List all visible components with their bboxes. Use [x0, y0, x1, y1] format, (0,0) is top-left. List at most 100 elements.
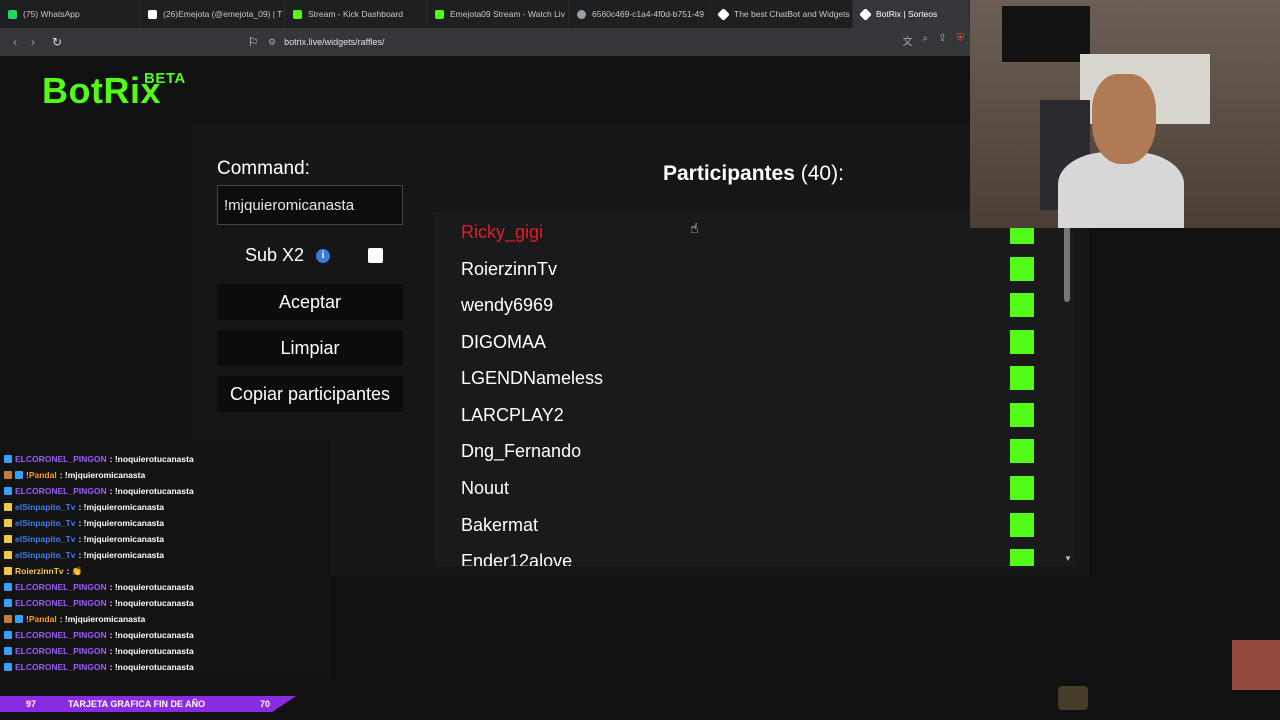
participants-list[interactable]: Ricky_gigi RoierzinnTv wendy6969 DIGOMAA… [434, 212, 1074, 566]
participant-row[interactable]: LARCPLAY2 [434, 397, 1074, 433]
chat-message: elSinpapito_Tv: !mjquieromicanasta [4, 548, 164, 562]
info-icon[interactable]: i [316, 248, 331, 263]
streamer-image [1058, 74, 1184, 228]
participant-row[interactable]: LGENDNameless [434, 360, 1074, 396]
participant-name: Ricky_gigi [461, 222, 544, 242]
kick-icon [1010, 439, 1034, 463]
kick-icon [293, 9, 302, 19]
participant-name: wendy6969 [461, 295, 554, 315]
accept-button[interactable]: Aceptar [217, 284, 403, 320]
address-bar[interactable]: ⚙ botrix.live/widgets/raffles/ [268, 32, 968, 52]
chat-message: ELCORONEL_PINGON: !noquierotucanasta [4, 644, 194, 658]
sub-badge-icon [4, 615, 12, 623]
chat-message: elSinpapito_Tv: !mjquieromicanasta [4, 516, 164, 530]
screen: (75) WhatsApp (26)Emejota (@emejota_09) … [0, 0, 1280, 720]
chat-message: ELCORONEL_PINGON: !noquierotucanasta [4, 580, 194, 594]
beta-tag: BETA [144, 70, 186, 87]
tab-tiktok[interactable]: (26)Emejota (@emejota_09) | T [140, 0, 285, 28]
participant-row[interactable]: Dng_Fernando [434, 433, 1074, 469]
stream-chat-overlay: ELCORONEL_PINGON: !noquierotucanasta !Pa… [0, 438, 330, 678]
kick-badge-icon [4, 663, 12, 671]
kick-badge-icon [4, 455, 12, 463]
participant-name: DIGOMAA [461, 332, 547, 352]
sub-x2-option: Sub X2 i [245, 245, 331, 266]
participant-row[interactable]: wendy6969 [434, 287, 1074, 323]
kick-icon [1010, 403, 1034, 427]
zoom-icon[interactable]: ⌕ [923, 33, 929, 48]
tiktok-icon [148, 9, 157, 19]
participant-name: RoierzinnTv [461, 259, 558, 279]
tab-botrix-home[interactable]: The best ChatBot and Widgets [711, 0, 853, 28]
chat-message: ELCORONEL_PINGON: !noquierotucanasta [4, 452, 194, 466]
participant-name: Nouut [461, 478, 510, 498]
tab-uuid[interactable]: 6560c469-c1a4-4f0d-b751-49 [569, 0, 711, 28]
kick-icon [1010, 257, 1034, 281]
site-info-icon[interactable]: ⚙ [268, 37, 276, 48]
participant-row[interactable]: Bakermat [434, 507, 1074, 543]
botrix-logo[interactable]: BotRix BETA [42, 70, 185, 112]
chat-message: RoierzinnTv: 👏 [4, 564, 82, 578]
globe-icon [577, 9, 586, 19]
tab-kick-stream[interactable]: Emejota09 Stream - Watch Liv [427, 0, 569, 28]
participant-row[interactable]: RoierzinnTv [434, 251, 1074, 287]
decoration-image [1058, 686, 1088, 710]
participant-name: Bakermat [461, 515, 539, 535]
participant-name: LGENDNameless [461, 368, 604, 388]
participants-title: Participantes (40): [663, 162, 844, 185]
list-scrollbar[interactable] [1064, 226, 1070, 302]
ticker-right-value: 70 [260, 699, 271, 709]
kick-badge-icon [4, 599, 12, 607]
tab-botrix-sorteos[interactable]: BotRix | Sorteos [853, 0, 970, 28]
ticker-text: TARJETA GRAFICA FIN DE AÑO [68, 699, 206, 709]
share-icon[interactable]: ⇪ [938, 33, 946, 48]
mouse-cursor-icon: ☝ [690, 220, 699, 236]
browser-tab-strip: (75) WhatsApp (26)Emejota (@emejota_09) … [0, 0, 970, 28]
command-input[interactable]: !mjquieromicanasta [217, 185, 403, 225]
whatsapp-icon [8, 9, 17, 19]
copy-participants-button[interactable]: Copiar participantes [217, 376, 403, 412]
kick-icon [1010, 513, 1034, 537]
kick-badge-icon [4, 631, 12, 639]
reload-icon[interactable]: ↻ [48, 33, 66, 51]
chat-message: !Pandal: !mjquieromicanasta [4, 612, 145, 626]
kick-badge-icon [15, 615, 23, 623]
sub-badge-icon [4, 535, 12, 543]
command-label: Command: [217, 158, 310, 179]
participant-row[interactable]: DIGOMAA [434, 324, 1074, 360]
scroll-down-icon[interactable]: ▼ [1064, 554, 1072, 563]
browser-toolbar: ‹ › ↻ ⚐ ⚙ botrix.live/widgets/raffles/ 文… [0, 28, 970, 56]
emote-image [1232, 640, 1280, 690]
kick-icon [1010, 366, 1034, 390]
sub-badge-icon [4, 503, 12, 511]
kick-badge-icon [4, 647, 12, 655]
address-bar-actions: 文 ⌕ ⇪ ⛨ [903, 33, 965, 48]
chat-message: ELCORONEL_PINGON: !noquierotucanasta [4, 628, 194, 642]
sub-badge-icon [4, 567, 12, 575]
translate-icon[interactable]: 文 [903, 33, 913, 48]
kick-icon [1010, 549, 1034, 566]
kick-icon [1010, 476, 1034, 500]
chat-message: elSinpapito_Tv: !mjquieromicanasta [4, 532, 164, 546]
kick-badge-icon [15, 471, 23, 479]
tab-whatsapp[interactable]: (75) WhatsApp [0, 0, 140, 28]
forward-icon[interactable]: › [24, 33, 42, 51]
botrix-icon [717, 7, 730, 21]
participant-row[interactable]: Ender12alove [434, 543, 1074, 566]
back-icon[interactable]: ‹ [6, 33, 24, 51]
participant-row[interactable]: Nouut [434, 470, 1074, 506]
kick-badge-icon [4, 487, 12, 495]
participant-name: LARCPLAY2 [461, 405, 564, 425]
sub-badge-icon [4, 519, 12, 527]
sub-x2-label: Sub X2 [245, 245, 305, 265]
brave-shield-icon[interactable]: ⛨ [957, 33, 965, 48]
bookmark-icon[interactable]: ⚐ [244, 33, 262, 51]
chat-message: ELCORONEL_PINGON: !noquierotucanasta [4, 596, 194, 610]
tab-kick-dashboard[interactable]: Stream - Kick Dashboard [285, 0, 427, 28]
kick-icon [1010, 293, 1034, 317]
ticker-left-value: 97 [26, 699, 37, 709]
kick-icon [435, 9, 444, 19]
sub-x2-checkbox[interactable] [368, 248, 383, 263]
clear-button[interactable]: Limpiar [217, 330, 403, 366]
sub-badge-icon [4, 551, 12, 559]
goal-ticker: 97 TARJETA GRAFICA FIN DE AÑO 70 [0, 696, 296, 712]
